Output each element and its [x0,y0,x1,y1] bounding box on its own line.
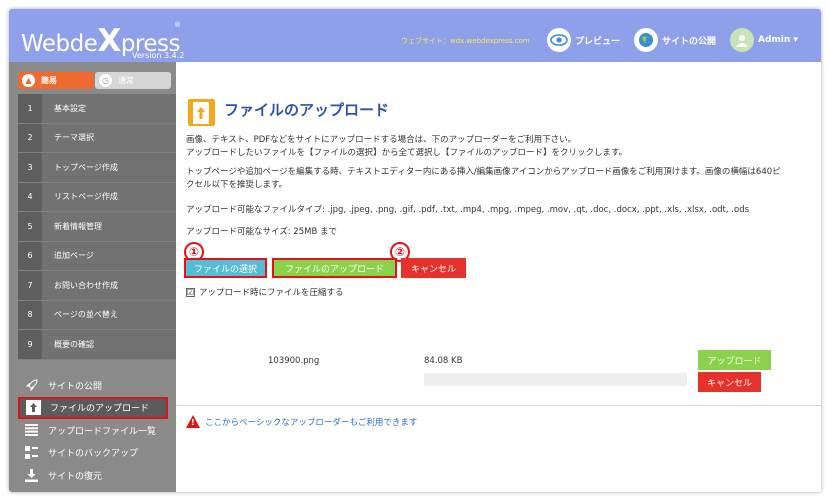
main-content: ファイルのアップロード 画像、テキスト、PDFなどをサイトにアップロードする場合… [176,62,821,492]
sidebar-item-uploaded-files[interactable]: アップロードファイル一覧 [18,419,168,441]
mode-normal-button[interactable]: ◷ 通常 [95,72,171,89]
note-text-2: クセル以下を推奨します。 [186,180,288,190]
globe-icon [634,28,658,52]
step-number: 8 [18,300,42,329]
step-label: テーマ選択 [54,133,94,143]
divider [176,405,821,406]
step-label: ページの並べ替え [54,310,118,320]
step-label: 新着情報管理 [54,221,102,231]
step-label: 概要の確認 [54,339,94,349]
admin-menu[interactable]: Admin ▾ [730,27,798,53]
step-item-theme[interactable]: 2 テーマ選択 [18,123,176,153]
top-header: WebdeXpress ® Version 3.4.2 ウェブサイト：wdx.w… [9,9,821,62]
sidebar-item-publish[interactable]: サイトの公開 [18,374,168,396]
preview-label: プレビュー [575,36,621,47]
queued-file-name: 103900.png [268,356,320,366]
admin-label: Admin ▾ [758,35,798,45]
version-label: Version 3.4.2 [132,51,185,60]
step-item-list-page[interactable]: 4 リストページ作成 [18,182,176,212]
max-size-text: アップロード可能なサイズ: 25MB まで [186,227,337,237]
eye-icon [547,28,571,52]
sidebar-item-label: サイトの復元 [48,471,103,482]
download-icon [24,468,39,483]
mode-easy-button[interactable]: ▲ 簡易 [18,72,94,89]
sidebar-item-backup[interactable]: サイトのバックアップ [18,442,168,464]
compress-checkbox[interactable]: ☑ [186,287,195,297]
sidebar-item-label: ファイルのアップロード [50,404,150,414]
sidebar: ▲ 簡易 ◷ 通常 1 基本設定 2 テーマ選択 3 トップページ作成 4 リストページ… [9,62,176,492]
queued-file-size: 84.08 KB [424,356,463,366]
sidebar-tools: サイトの公開 ファイルのアップロード アップロードファイル一覧 サイトのバックア… [18,374,168,486]
app-window: WebdeXpress ® Version 3.4.2 ウェブサイト：wdx.w… [9,9,821,492]
step-item-contact[interactable]: 7 お問い合わせ作成 [18,271,176,301]
registered-mark: ® [174,21,181,29]
page-title: ファイルのアップロード [224,101,390,119]
upload-progress-bar [424,373,687,386]
sidebar-item-label: アップロードファイル一覧 [48,426,157,437]
publish-site-button[interactable]: サイトの公開 [634,27,716,53]
step-number: 9 [18,330,42,359]
warning-icon: ! [186,415,200,428]
mode-easy-label: 簡易 [41,76,57,85]
sidebar-item-file-upload[interactable]: ファイルのアップロード [18,396,168,419]
step-label: 追加ページ [54,251,94,261]
step-number: 3 [18,153,42,182]
step-item-extra-pages[interactable]: 6 追加ページ [18,241,176,271]
user-avatar-icon [730,28,754,52]
step-number: 6 [18,241,42,270]
step-item-overview[interactable]: 9 概要の確認 [18,330,176,360]
queued-file-upload-button[interactable]: アップロード [698,350,771,370]
cancel-button[interactable]: キャンセル [401,258,466,278]
upload-files-button[interactable]: ファイルのアップロード [272,258,397,278]
preview-button[interactable]: プレビュー [547,27,620,53]
basic-uploader-label: ここからベーシックなアップローダーもご利用できます [205,417,418,428]
sidebar-item-label: サイトの公開 [48,381,103,392]
easy-mode-icon: ▲ [22,74,35,87]
backup-icon [24,445,39,460]
step-menu: 1 基本設定 2 テーマ選択 3 トップページ作成 4 リストページ作成 5 新着情報管理… [18,94,176,360]
note-text-1: トップページや追加ページを編集する時、テキストエディター内にある挿入/編集画像ア… [186,167,781,177]
sidebar-item-restore[interactable]: サイトの復元 [18,464,168,486]
step-number: 7 [18,271,42,300]
clock-icon: ◷ [99,74,112,87]
step-number: 4 [18,182,42,211]
compress-option[interactable]: ☑ アップロード時にファイルを圧縮する [186,286,344,298]
select-files-button[interactable]: ファイルの選択 [184,258,267,278]
step-number: 5 [18,212,42,241]
sidebar-item-label: サイトのバックアップ [48,449,139,459]
publish-label: サイトの公開 [662,36,717,47]
compress-label: アップロード時にファイルを圧縮する [199,288,344,298]
allowed-types-text: アップロード可能なファイルタイプ: .jpg, .jpeg, .png, .gi… [186,205,750,215]
upload-icon [26,400,41,415]
site-url-link[interactable]: ウェブサイト：wdx.webdexpress.com [401,36,530,46]
step-label: リストページ作成 [54,192,118,202]
file-upload-icon [188,99,215,126]
queued-file-cancel-button[interactable]: キャンセル [698,372,761,392]
step-item-top-page[interactable]: 3 トップページ作成 [18,153,176,183]
warning-glyph: ! [191,418,195,427]
list-icon [24,423,39,438]
step-item-reorder[interactable]: 8 ページの並べ替え [18,300,176,330]
intro-text-1: 画像、テキスト、PDFなどをサイトにアップロードする場合は、下のアップローダーを… [186,135,577,145]
step-number: 1 [18,94,42,123]
step-item-basic-settings[interactable]: 1 基本設定 [18,94,176,124]
step-item-news[interactable]: 5 新着情報管理 [18,212,176,242]
basic-uploader-link[interactable]: ! ここからベーシックなアップローダーもご利用できます [186,415,417,428]
mode-normal-label: 通常 [118,76,134,85]
logo-text-a: Webde [21,31,98,57]
intro-text-2: アップロードしたいファイルを【ファイルの選択】から全て選択し【ファイルのアップロ… [186,148,628,158]
step-label: 基本設定 [54,103,86,113]
rocket-icon [24,378,39,393]
step-number: 2 [18,123,42,152]
logo-text-x: X [97,23,121,59]
step-label: お問い合わせ作成 [54,280,118,290]
step-label: トップページ作成 [54,162,118,172]
mode-toggle: ▲ 簡易 ◷ 通常 [18,72,171,89]
